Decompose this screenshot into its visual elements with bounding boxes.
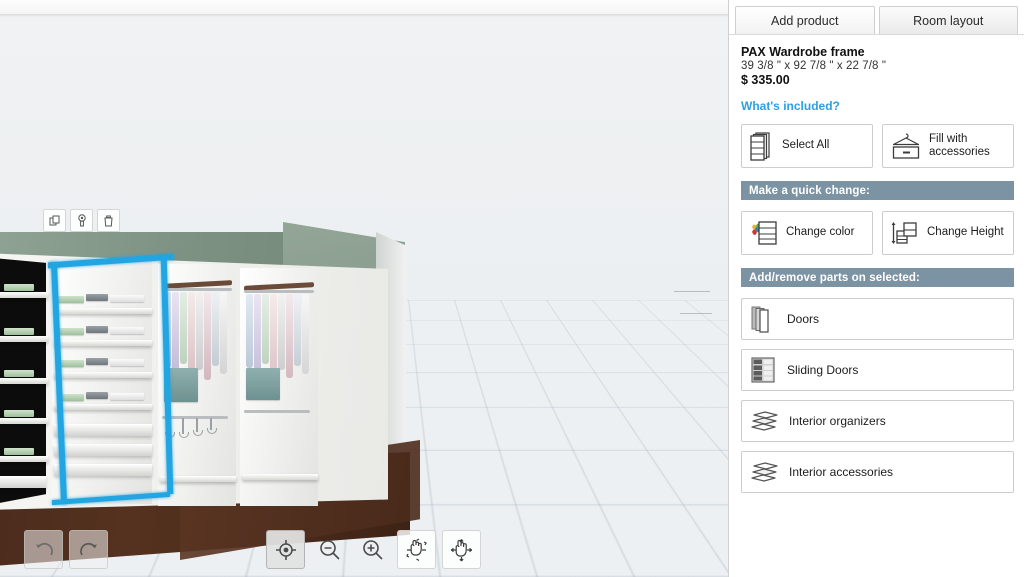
sliding-doors-label: Sliding Doors	[787, 363, 859, 377]
product-title: PAX Wardrobe frame	[741, 45, 865, 59]
zoom-in-icon[interactable]	[354, 531, 391, 568]
sliding-doors-item[interactable]: Sliding Doors	[741, 349, 1014, 391]
redo-icon[interactable]	[69, 530, 108, 569]
parts-heading: Add/remove parts on selected:	[741, 268, 1014, 287]
viewport-top-bar	[0, 0, 728, 15]
doors-label: Doors	[787, 312, 820, 326]
tab-room-layout[interactable]: Room layout	[878, 6, 1018, 34]
doors-item[interactable]: Doors	[741, 298, 1014, 340]
fullscreen-icon[interactable]	[686, 531, 723, 568]
pan-icon[interactable]	[442, 530, 481, 569]
shelves-icon	[750, 409, 780, 433]
rotate-icon[interactable]	[397, 530, 436, 569]
interior-accessories-label: Interior accessories	[789, 465, 894, 479]
measure-icon[interactable]	[643, 531, 680, 568]
quick-actions-row: Select All Fill with accessories	[741, 124, 1014, 168]
change-height-button[interactable]: Change Height	[882, 211, 1014, 255]
hanger-drawer-icon	[890, 131, 922, 161]
side-panel: Add product Room layout PAX Wardrobe fra…	[728, 0, 1024, 577]
fill-accessories-button[interactable]: Fill with accessories	[882, 124, 1014, 168]
shelves-icon	[750, 460, 780, 484]
paint-icon[interactable]	[70, 209, 93, 232]
interior-accessories-item[interactable]: Interior accessories	[741, 451, 1014, 493]
interior-organizers-label: Interior organizers	[789, 414, 886, 428]
doors-icon	[750, 304, 778, 334]
panel-body: PAX Wardrobe frame 39 3/8 " x 92 7/8 " x…	[729, 34, 1024, 577]
change-color-button[interactable]: Change color	[741, 211, 873, 255]
viewport-top-edge	[0, 14, 728, 17]
tab-add-product[interactable]: Add product	[735, 6, 875, 34]
change-color-label: Change color	[786, 226, 855, 239]
viewport-3d[interactable]	[0, 0, 728, 577]
duplicate-icon[interactable]	[43, 209, 66, 232]
panel-tabs[interactable]: Add product Room layout	[729, 0, 1024, 34]
sliding-doors-icon	[750, 355, 778, 385]
select-all-label: Select All	[782, 139, 830, 152]
undo-icon[interactable]	[24, 530, 63, 569]
height-arrows-icon	[890, 219, 920, 247]
camera-toolbar[interactable]	[266, 530, 487, 569]
trash-icon[interactable]	[97, 209, 120, 232]
display-toolbar[interactable]	[598, 530, 728, 569]
tab-room-layout-label: Room layout	[913, 13, 984, 28]
select-all-button[interactable]: Select All	[741, 124, 873, 168]
history-toolbar[interactable]	[24, 530, 114, 569]
show-clothes-icon[interactable]	[598, 530, 637, 569]
ruler-mark-top	[674, 291, 710, 292]
tab-add-product-label: Add product	[771, 13, 839, 28]
palette-icon	[749, 219, 779, 247]
object-toolbar[interactable]	[43, 209, 120, 232]
whats-included-link[interactable]: What's included?	[741, 99, 840, 113]
zoom-out-icon[interactable]	[311, 531, 348, 568]
product-dimensions: 39 3/8 " x 92 7/8 " x 22 7/8 "	[741, 60, 887, 72]
quick-change-row: Change color Change Height	[741, 211, 1014, 255]
stack-icon	[749, 131, 775, 161]
wardrobe-group[interactable]	[0, 248, 388, 510]
change-height-label: Change Height	[927, 226, 1004, 239]
ruler-mark-bottom	[680, 313, 712, 314]
product-price: $ 335.00	[741, 73, 790, 87]
planner-app: Add product Room layout PAX Wardrobe fra…	[0, 0, 1024, 577]
center-target-icon[interactable]	[266, 530, 305, 569]
fill-accessories-label: Fill with accessories	[929, 132, 990, 158]
quick-change-heading: Make a quick change:	[741, 181, 1014, 200]
interior-organizers-item[interactable]: Interior organizers	[741, 400, 1014, 442]
